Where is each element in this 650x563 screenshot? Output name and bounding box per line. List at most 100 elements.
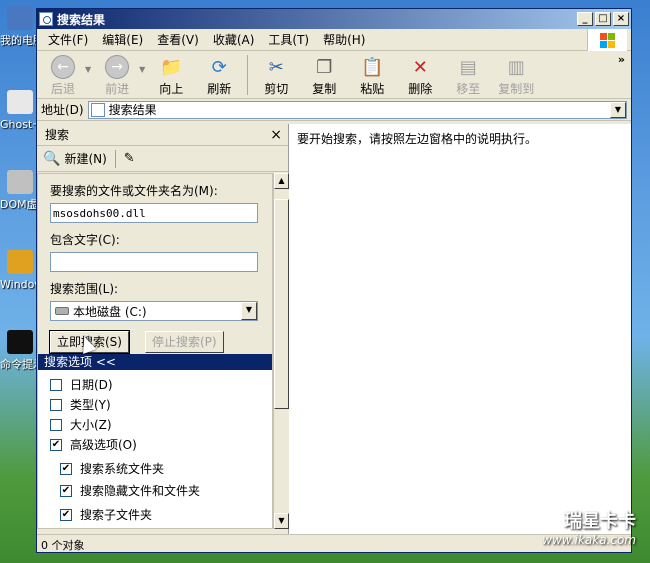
filename-input[interactable]: msosdohs00.dll — [50, 203, 258, 223]
checkbox-subfolders[interactable]: ✔ — [60, 508, 72, 521]
menu-favorites[interactable]: 收藏(A) — [206, 29, 262, 50]
desktop-icon-my-computer[interactable]: 我的电脑 — [0, 6, 40, 48]
new-search-button[interactable]: 新建(N) — [64, 150, 106, 167]
checkbox-hidden-files[interactable]: ✔ — [60, 484, 72, 497]
back-arrow-icon: ← — [51, 55, 75, 79]
maximize-button[interactable]: □ — [595, 12, 611, 26]
checkbox-date[interactable] — [50, 378, 62, 391]
move-to-icon: ▤ — [459, 56, 477, 78]
desktop-icon-label: Ghost一键还原 — [0, 118, 40, 131]
scope-dropdown-icon[interactable]: ▼ — [241, 302, 257, 320]
menu-help[interactable]: 帮助(H) — [316, 29, 372, 50]
refresh-label: 刷新 — [207, 82, 232, 96]
paste-button[interactable]: 📋 粘贴 — [350, 55, 394, 97]
contains-text-input[interactable] — [50, 252, 258, 272]
folder-up-icon: 📁 — [160, 56, 183, 78]
search-options-icon[interactable]: ✎ — [124, 151, 135, 166]
toolbar-separator — [247, 55, 249, 95]
desktop-icon-ghost[interactable]: Ghost一键还原 — [0, 90, 40, 132]
copy-label: 复制 — [312, 82, 337, 96]
results-pane: 要开始搜索，请按照左边窗格中的说明执行。 — [289, 124, 631, 534]
scope-value: 本地磁盘 (C:) — [73, 304, 147, 319]
menu-view[interactable]: 查看(V) — [150, 29, 206, 50]
scroll-up-icon[interactable]: ▲ — [274, 173, 289, 189]
option-subfolders[interactable]: ✔ 搜索子文件夹 — [60, 506, 152, 523]
minimize-button[interactable]: _ — [577, 12, 593, 26]
contains-text-label: 包含文字(C): — [50, 233, 120, 247]
desktop-icon-label: 命令提示 — [0, 358, 40, 371]
search-form: 要搜索的文件或文件夹名为(M): msosdohs00.dll 包含文字(C):… — [38, 174, 272, 354]
option-size-label: 大小(Z) — [70, 418, 112, 432]
watermark-url: www.ikaka.com — [542, 533, 636, 547]
close-button[interactable]: × — [613, 12, 629, 26]
option-subfolders-label: 搜索子文件夹 — [80, 508, 153, 522]
delete-button[interactable]: ✕ 删除 — [398, 55, 442, 97]
desktop-icon-cmd[interactable]: 命令提示 — [0, 330, 40, 372]
up-button[interactable]: 📁 向上 — [149, 55, 193, 97]
menu-tools[interactable]: 工具(T) — [261, 29, 316, 50]
watermark: 瑞星卡卡 www.ikaka.com — [542, 507, 636, 547]
copy-to-button[interactable]: ▥ 复制到 — [494, 55, 538, 97]
checkbox-type[interactable] — [50, 398, 62, 411]
address-input[interactable]: 搜索结果 ▼ — [87, 100, 627, 119]
search-results-icon — [90, 102, 105, 117]
checkbox-size[interactable] — [50, 418, 62, 431]
search-pane-scrollbar[interactable]: ▲ ▼ — [273, 173, 289, 529]
delete-label: 删除 — [408, 82, 433, 96]
toolbar: ← 后退 ▼ → 前进 ▼ 📁 向上 ⟳ 刷新 ✂ 剪切 ❐ 复制 📋 粘贴 ✕… — [37, 51, 631, 99]
back-dropdown-icon[interactable]: ▼ — [85, 65, 91, 74]
paste-label: 粘贴 — [360, 82, 385, 96]
scroll-down-icon[interactable]: ▼ — [274, 513, 289, 529]
filename-label: 要搜索的文件或文件夹名为(M): — [50, 184, 218, 198]
option-type[interactable]: 类型(Y) — [50, 396, 111, 413]
checkbox-system-folders[interactable]: ✔ — [60, 462, 72, 475]
address-bar: 地址(D) 搜索结果 ▼ — [37, 99, 631, 121]
option-size[interactable]: 大小(Z) — [50, 416, 112, 433]
option-hidden-files[interactable]: ✔ 搜索隐藏文件和文件夹 — [60, 482, 200, 499]
windows-logo-icon — [587, 29, 627, 51]
search-options-header[interactable]: 搜索选项 << — [38, 354, 272, 370]
option-system-folders-label: 搜索系统文件夹 — [80, 462, 165, 476]
cut-button[interactable]: ✂ 剪切 — [254, 55, 298, 97]
copy-icon: ❐ — [316, 56, 333, 78]
search-pane: 搜索 × 🔍 新建(N) ✎ 要搜索的文件或文件夹名为(M): msosdohs… — [37, 124, 289, 534]
refresh-button[interactable]: ⟳ 刷新 — [197, 55, 241, 97]
menu-bar: 文件(F) 编辑(E) 查看(V) 收藏(A) 工具(T) 帮助(H) — [37, 29, 631, 51]
back-button[interactable]: ← 后退 — [41, 55, 85, 97]
delete-x-icon: ✕ — [412, 56, 428, 78]
option-date[interactable]: 日期(D) — [50, 376, 113, 393]
window-title: 搜索结果 — [57, 12, 106, 27]
scope-select[interactable]: 本地磁盘 (C:) ▼ — [50, 301, 258, 321]
desktop-icon-label: Windows密码 — [0, 278, 40, 291]
search-pane-title: 搜索 — [45, 128, 70, 142]
move-to-button[interactable]: ▤ 移至 — [446, 55, 490, 97]
option-advanced[interactable]: ✔ 高级选项(O) — [50, 436, 137, 453]
scroll-thumb[interactable] — [274, 199, 289, 409]
menu-edit[interactable]: 编辑(E) — [95, 29, 150, 50]
menu-file[interactable]: 文件(F) — [41, 29, 95, 50]
forward-dropdown-icon[interactable]: ▼ — [139, 65, 145, 74]
title-bar[interactable]: 搜索结果 _ □ × — [37, 9, 631, 29]
clipboard-icon: 📋 — [361, 56, 384, 78]
computer-icon — [7, 6, 33, 30]
checkbox-advanced[interactable]: ✔ — [50, 438, 62, 451]
desktop-icon-windows-password[interactable]: Windows密码 — [0, 250, 40, 292]
stop-search-button[interactable]: 停止搜索(P) — [144, 331, 224, 353]
results-instructions: 要开始搜索，请按照左边窗格中的说明执行。 — [297, 132, 538, 146]
copy-to-icon: ▥ — [507, 56, 525, 78]
search-window-icon — [39, 12, 53, 26]
address-label: 地址(D) — [41, 103, 84, 117]
content-area: 搜索 × 🔍 新建(N) ✎ 要搜索的文件或文件夹名为(M): msosdohs… — [37, 124, 631, 534]
back-label: 后退 — [50, 82, 75, 96]
option-system-folders[interactable]: ✔ 搜索系统文件夹 — [60, 460, 164, 477]
copy-button[interactable]: ❐ 复制 — [302, 55, 346, 97]
address-dropdown-icon[interactable]: ▼ — [610, 101, 626, 118]
toolbar-more-chevron-icon[interactable]: » — [618, 53, 625, 66]
search-form-container: 要搜索的文件或文件夹名为(M): msosdohs00.dll 包含文字(C):… — [37, 173, 273, 529]
scissors-icon: ✂ — [268, 56, 284, 78]
desktop-icon-virtual-drive[interactable]: DOM虚拟光驱 — [0, 170, 40, 212]
copy-to-label: 复制到 — [498, 82, 535, 96]
search-pane-close-icon[interactable]: × — [270, 127, 282, 143]
forward-button[interactable]: → 前进 — [95, 55, 139, 97]
ghost-icon — [7, 90, 33, 114]
